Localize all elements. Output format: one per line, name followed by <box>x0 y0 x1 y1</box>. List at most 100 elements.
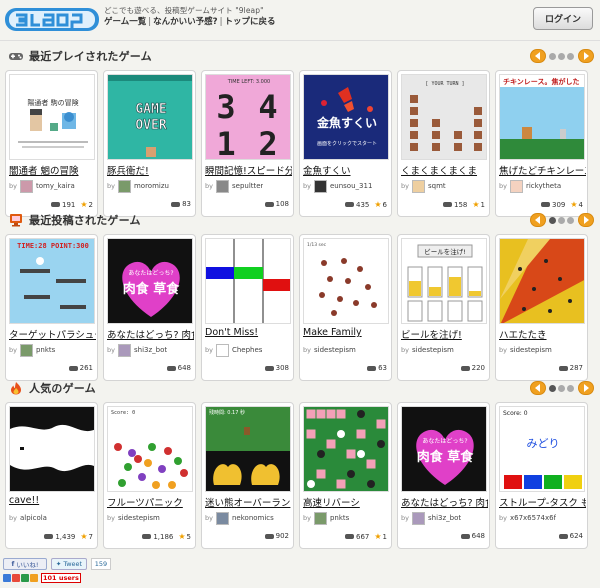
game-card[interactable]: 1/13 sec Make Family by sidestepism 63 <box>299 234 392 381</box>
author-name[interactable]: shi3z_bot <box>134 346 167 354</box>
author-name[interactable]: eunsou_311 <box>330 182 372 190</box>
game-title[interactable]: 闇通者 魍の冒険 <box>9 163 96 176</box>
game-card[interactable]: 陽通者 駒の冒険 闇通者 魍の冒険 by tomy_kaira 191 ★ 2 <box>5 70 98 217</box>
game-card[interactable]: TIME LEFT: 3.000 3 4 1 2 瞬間記憶!スピード分 by s… <box>201 70 294 217</box>
page-dot[interactable] <box>567 385 574 392</box>
avatar[interactable] <box>313 511 327 525</box>
bookmark-icon[interactable] <box>12 574 20 582</box>
author-name[interactable]: sidestepism <box>118 514 160 522</box>
page-dot[interactable] <box>558 217 565 224</box>
game-title[interactable]: ビールを注げ! <box>401 327 488 340</box>
bookmark-icon[interactable] <box>21 574 29 582</box>
author-name[interactable]: rickytheta <box>526 182 561 190</box>
page-dot[interactable] <box>549 217 556 224</box>
game-title[interactable]: ストループ-タスク も <box>499 495 586 508</box>
game-thumbnail[interactable] <box>9 406 95 492</box>
game-title[interactable]: 豚兵衛だ! <box>107 163 194 176</box>
author-name[interactable]: sqmt <box>428 182 446 190</box>
next-page-button[interactable] <box>578 49 594 63</box>
game-title[interactable]: あなたはどっち? 肉食 <box>401 495 488 508</box>
next-page-button[interactable] <box>578 213 594 227</box>
game-card[interactable]: 残時間: 0.17 秒 迷い熊オーバーラン by nekonomics 902 <box>201 402 294 549</box>
game-title[interactable]: 高速リバーシ <box>303 495 390 508</box>
game-title[interactable]: くまくまくまくま <box>401 163 488 176</box>
game-thumbnail[interactable]: 1/13 sec <box>303 238 389 324</box>
game-card[interactable]: GAME OVER 豚兵衛だ! by moromizu 83 <box>103 70 196 217</box>
game-thumbnail[interactable]: あなたはどっち? 肉食 草食 <box>401 406 487 492</box>
nav-good-feeling[interactable]: なんかいい予感? <box>153 17 217 27</box>
game-title[interactable]: 迷い熊オーバーラン <box>205 495 292 508</box>
author-name[interactable]: tomy_kaira <box>36 182 75 190</box>
author-name[interactable]: nekonomics <box>232 514 274 522</box>
avatar[interactable] <box>117 179 131 193</box>
bookmark-icon[interactable] <box>30 574 38 582</box>
author-name[interactable]: sidestepism <box>412 346 454 354</box>
page-dot[interactable] <box>549 53 556 60</box>
author-name[interactable]: x67x6574x6f <box>510 514 556 522</box>
game-card[interactable]: チキンレース。焦がした 焦げたどチキンレース by rickytheta 309… <box>495 70 588 217</box>
author-name[interactable]: shi3z_bot <box>428 514 461 522</box>
game-thumbnail[interactable]: 残時間: 0.17 秒 <box>205 406 291 492</box>
game-card[interactable]: Score: 0 フルーツパニック by sidestepism 1,186 ★… <box>103 402 196 549</box>
avatar[interactable] <box>19 179 33 193</box>
game-thumbnail[interactable]: TIME LEFT: 3.000 3 4 1 2 <box>205 74 291 160</box>
page-dot[interactable] <box>567 217 574 224</box>
game-thumbnail[interactable] <box>303 406 389 492</box>
bookmark-icon[interactable] <box>3 574 11 582</box>
game-card[interactable]: あなたはどっち? 肉食 草食 あなたはどっち? 肉食 by shi3z_bot … <box>103 234 196 381</box>
bookmark-users-badge[interactable]: 101 users <box>41 573 81 583</box>
avatar[interactable] <box>411 511 425 525</box>
author-name[interactable]: sepultter <box>232 182 263 190</box>
game-title[interactable]: あなたはどっち? 肉食 <box>107 327 194 340</box>
author-name[interactable]: pnkts <box>36 346 55 354</box>
avatar[interactable] <box>313 179 327 193</box>
game-title[interactable]: 金魚すくい <box>303 163 390 176</box>
author-name[interactable]: alpicola <box>20 514 47 522</box>
author-name[interactable]: sidestepism <box>314 346 356 354</box>
game-card[interactable]: ハエたたき by sidestepism 287 <box>495 234 588 381</box>
nav-back-to-top[interactable]: トップに戻る <box>224 17 275 27</box>
prev-page-button[interactable] <box>530 213 546 227</box>
game-card[interactable]: cave!! by alpicola 1,439 ★ 7 <box>5 402 98 549</box>
game-thumbnail[interactable] <box>499 238 585 324</box>
game-thumbnail[interactable]: 陽通者 駒の冒険 <box>9 74 95 160</box>
author-name[interactable]: moromizu <box>134 182 169 190</box>
avatar[interactable] <box>411 179 425 193</box>
avatar[interactable] <box>215 343 229 357</box>
game-thumbnail[interactable]: 金魚すくい 画面をクリックでスタート <box>303 74 389 160</box>
game-card[interactable]: 高速リバーシ by pnkts 667 ★ 1 <box>299 402 392 549</box>
author-name[interactable]: sidestepism <box>510 346 552 354</box>
avatar[interactable] <box>215 511 229 525</box>
game-thumbnail[interactable]: Score: 0 みどり <box>499 406 585 492</box>
game-title[interactable]: ハエたたき <box>499 327 586 340</box>
prev-page-button[interactable] <box>530 49 546 63</box>
game-card[interactable]: 金魚すくい 画面をクリックでスタート 金魚すくい by eunsou_311 4… <box>299 70 392 217</box>
game-card[interactable]: あなたはどっち? 肉食 草食 あなたはどっち? 肉食 by shi3z_bot … <box>397 402 490 549</box>
game-title[interactable]: cave!! <box>9 495 96 508</box>
game-card[interactable]: Don't Miss! by Chephes 308 <box>201 234 294 381</box>
game-title[interactable]: 焦げたどチキンレース <box>499 163 586 176</box>
game-title[interactable]: Don't Miss! <box>205 327 292 340</box>
game-title[interactable]: Make Family <box>303 327 390 340</box>
game-thumbnail[interactable]: TIME:28 POINT:300 <box>9 238 95 324</box>
game-thumbnail[interactable]: GAME OVER <box>107 74 193 160</box>
prev-page-button[interactable] <box>530 381 546 395</box>
game-card[interactable]: Score: 0 みどり ストループ-タスク も by x67x6574x6f … <box>495 402 588 549</box>
facebook-like-button[interactable]: f いいね! <box>3 558 47 570</box>
game-thumbnail[interactable]: Score: 0 <box>107 406 193 492</box>
game-title[interactable]: 瞬間記憶!スピード分 <box>205 163 292 176</box>
game-thumbnail[interactable]: あなたはどっち? 肉食 草食 <box>107 238 193 324</box>
page-dot[interactable] <box>549 385 556 392</box>
game-card[interactable]: ビールを注げ! ビールを注げ! by sidestepism 220 <box>397 234 490 381</box>
avatar[interactable] <box>215 179 229 193</box>
avatar[interactable] <box>509 179 523 193</box>
tweet-button[interactable]: ✦ Tweet <box>51 558 87 570</box>
author-name[interactable]: pnkts <box>330 514 349 522</box>
avatar[interactable] <box>19 343 33 357</box>
game-card[interactable]: [ YOUR TURN ] くまくまくまくま by sqmt 158 ★ 1 <box>397 70 490 217</box>
game-title[interactable]: フルーツパニック <box>107 495 194 508</box>
next-page-button[interactable] <box>578 381 594 395</box>
site-logo[interactable] <box>4 3 100 35</box>
avatar[interactable] <box>117 343 131 357</box>
game-thumbnail[interactable]: [ YOUR TURN ] <box>401 74 487 160</box>
